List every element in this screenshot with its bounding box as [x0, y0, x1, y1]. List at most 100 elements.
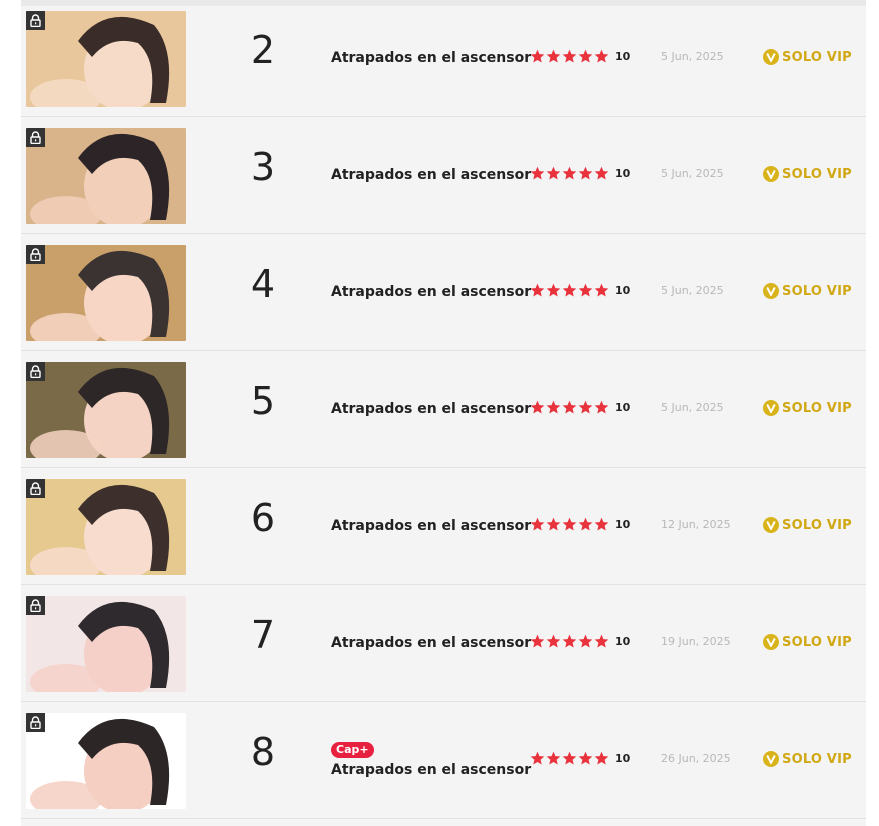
- vip-text: SOLO VIP: [782, 283, 852, 299]
- star-icon: [530, 634, 545, 647]
- thumbnail-image: [26, 362, 186, 458]
- lock-icon: [26, 713, 45, 732]
- rating-stars: [530, 751, 609, 766]
- rating-score: 10: [615, 517, 631, 531]
- chapter-rating: 10: [530, 399, 630, 415]
- chapter-thumbnail[interactable]: [26, 713, 186, 809]
- star-icon: [578, 517, 593, 530]
- chapter-rating: 10: [530, 750, 630, 766]
- vip-text: SOLO VIP: [782, 400, 852, 416]
- star-icon: [562, 751, 577, 764]
- vip-access-label[interactable]: SOLO VIP: [763, 517, 852, 533]
- rating-score: 10: [615, 49, 631, 63]
- chapter-rating: 10: [530, 516, 630, 532]
- vip-access-label[interactable]: SOLO VIP: [763, 634, 852, 650]
- chapter-title[interactable]: Atrapados en el ascensor: [331, 518, 531, 534]
- vip-access-label[interactable]: SOLO VIP: [763, 166, 852, 182]
- star-icon: [578, 283, 593, 296]
- vip-access-label[interactable]: SOLO VIP: [763, 751, 852, 767]
- star-icon: [562, 517, 577, 530]
- vip-coin-icon: [763, 283, 779, 299]
- chapter-number[interactable]: 3: [233, 145, 293, 189]
- lock-icon: [26, 479, 45, 498]
- chapter-row[interactable]: 4 Atrapados en el ascensor 10 5 Jun, 2025 SO…: [21, 234, 866, 351]
- chapter-number[interactable]: 8: [233, 730, 293, 774]
- chapter-thumbnail[interactable]: [26, 362, 186, 458]
- chapter-number[interactable]: 2: [233, 28, 293, 72]
- star-icon: [530, 400, 545, 413]
- star-icon: [578, 166, 593, 179]
- chapter-rating: 10: [530, 165, 630, 181]
- rating-stars: [530, 634, 609, 649]
- chapter-number[interactable]: 5: [233, 379, 293, 423]
- vip-coin-icon: [763, 400, 779, 416]
- chapter-thumbnail[interactable]: [26, 479, 186, 575]
- chapter-title[interactable]: Atrapados en el ascensor: [331, 167, 531, 183]
- rating-score: 10: [615, 283, 631, 297]
- vip-text: SOLO VIP: [782, 166, 852, 182]
- rating-score: 10: [615, 751, 631, 765]
- chapter-list: 2 Atrapados en el ascensor 10 5 Jun, 2025 SO…: [21, 0, 866, 826]
- star-icon: [578, 634, 593, 647]
- star-icon: [546, 283, 561, 296]
- chapter-row[interactable]: 2 Atrapados en el ascensor 10 5 Jun, 2025 SO…: [21, 0, 866, 117]
- chapter-date: 12 Jun, 2025: [661, 518, 731, 531]
- star-icon: [578, 400, 593, 413]
- star-icon: [530, 49, 545, 62]
- lock-icon: [26, 128, 45, 147]
- chapter-date: 26 Jun, 2025: [661, 752, 731, 765]
- chapter-rating: 10: [530, 633, 630, 649]
- chapter-rating: 10: [530, 48, 630, 64]
- thumbnail-image: [26, 479, 186, 575]
- star-icon: [530, 751, 545, 764]
- chapter-date: 5 Jun, 2025: [661, 284, 724, 297]
- star-icon: [594, 400, 609, 413]
- vip-access-label[interactable]: SOLO VIP: [763, 283, 852, 299]
- chapter-number[interactable]: 4: [233, 262, 293, 306]
- chapter-number[interactable]: 7: [233, 613, 293, 657]
- star-icon: [594, 751, 609, 764]
- lock-icon: [26, 245, 45, 264]
- vip-access-label[interactable]: SOLO VIP: [763, 49, 852, 65]
- rating-stars: [530, 166, 609, 181]
- vip-coin-icon: [763, 517, 779, 533]
- thumbnail-image: [26, 713, 186, 809]
- rating-stars: [530, 400, 609, 415]
- vip-access-label[interactable]: SOLO VIP: [763, 400, 852, 416]
- chapter-title[interactable]: Atrapados en el ascensor: [331, 401, 531, 417]
- chapter-row[interactable]: 6 Atrapados en el ascensor 10 12 Jun, 2025 S…: [21, 468, 866, 585]
- star-icon: [594, 517, 609, 530]
- rating-score: 10: [615, 166, 631, 180]
- chapter-title[interactable]: Atrapados en el ascensor: [331, 284, 531, 300]
- star-icon: [530, 517, 545, 530]
- vip-coin-icon: [763, 751, 779, 767]
- star-icon: [530, 283, 545, 296]
- star-icon: [546, 166, 561, 179]
- chapter-date: 5 Jun, 2025: [661, 401, 724, 414]
- chapter-date: 19 Jun, 2025: [661, 635, 731, 648]
- chapter-row[interactable]: 8 Cap+ Atrapados en el ascensor 10 26 Jun, 2…: [21, 702, 866, 819]
- chapter-rating: 10: [530, 282, 630, 298]
- chapter-thumbnail[interactable]: [26, 11, 186, 107]
- star-icon: [562, 49, 577, 62]
- chapter-row[interactable]: 5 Atrapados en el ascensor 10 5 Jun, 2025 SO…: [21, 351, 866, 468]
- vip-coin-icon: [763, 49, 779, 65]
- chapter-title[interactable]: Atrapados en el ascensor: [331, 762, 531, 778]
- star-icon: [530, 166, 545, 179]
- thumbnail-image: [26, 245, 186, 341]
- star-icon: [594, 49, 609, 62]
- chapter-thumbnail[interactable]: [26, 596, 186, 692]
- chapter-thumbnail[interactable]: [26, 128, 186, 224]
- star-icon: [562, 400, 577, 413]
- chapter-number[interactable]: 6: [233, 496, 293, 540]
- chapter-row[interactable]: 3 Atrapados en el ascensor 10 5 Jun, 2025 SO…: [21, 117, 866, 234]
- chapter-thumbnail[interactable]: [26, 245, 186, 341]
- thumbnail-image: [26, 596, 186, 692]
- vip-coin-icon: [763, 634, 779, 650]
- thumbnail-image: [26, 128, 186, 224]
- chapter-date: 5 Jun, 2025: [661, 167, 724, 180]
- chapter-title[interactable]: Atrapados en el ascensor: [331, 50, 531, 66]
- star-icon: [562, 283, 577, 296]
- chapter-title[interactable]: Atrapados en el ascensor: [331, 635, 531, 651]
- chapter-row[interactable]: 7 Atrapados en el ascensor 10 19 Jun, 2025 S…: [21, 585, 866, 702]
